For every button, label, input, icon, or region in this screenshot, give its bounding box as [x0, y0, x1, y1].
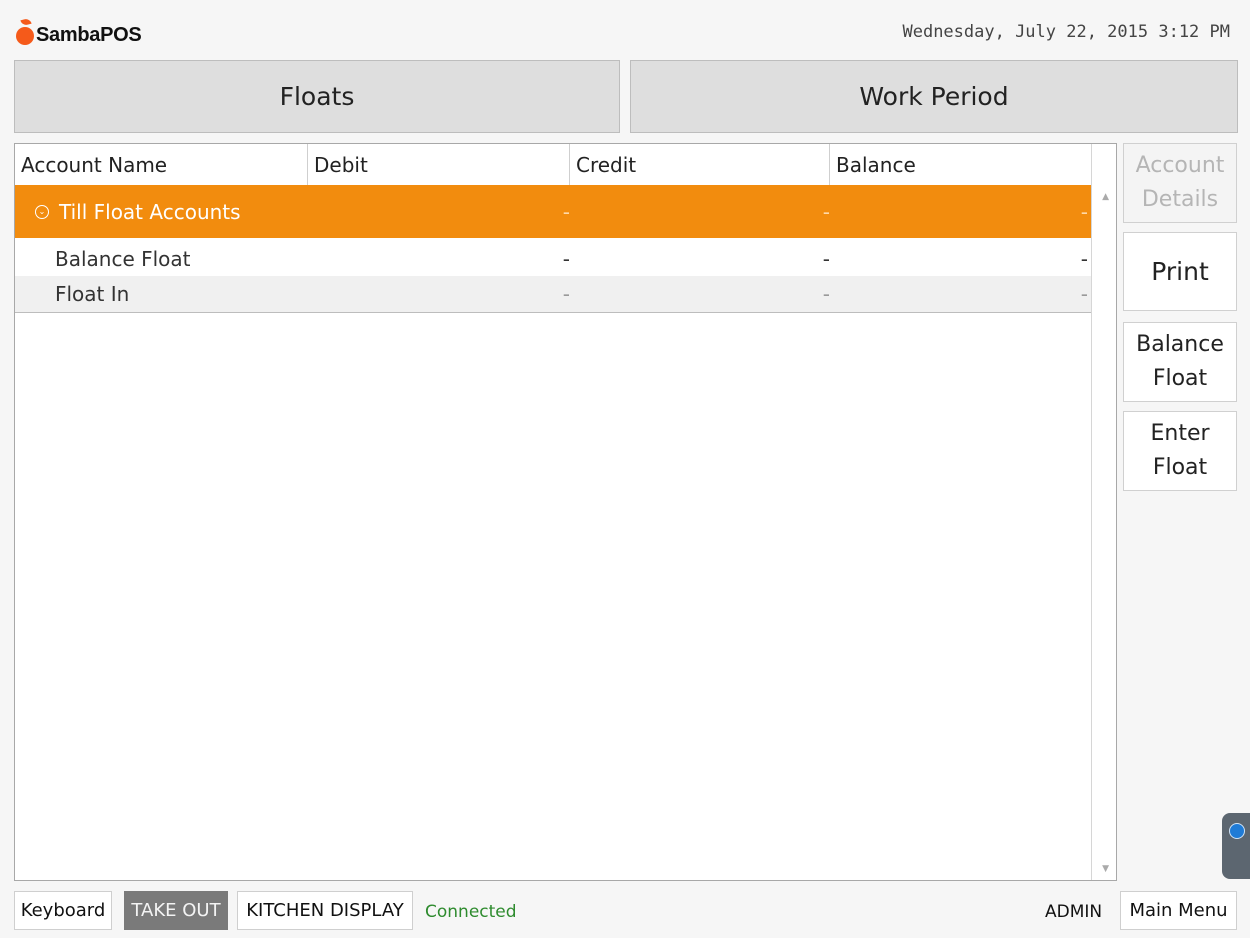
keyboard-button[interactable]: Keyboard	[14, 891, 112, 930]
debit-cell: -	[562, 246, 570, 271]
app-logo: SambaPOS	[16, 20, 142, 50]
brand-name: SambaPOS	[36, 23, 142, 46]
account-name-cell: Balance Float	[55, 246, 191, 271]
kitchen-display-button[interactable]: KITCHEN DISPLAY	[237, 891, 413, 930]
account-details-label-line2: Details	[1141, 187, 1219, 212]
table-row[interactable]: Balance Float - - -	[15, 241, 1092, 276]
scroll-up-icon[interactable]: ▲	[1102, 192, 1109, 202]
enter-float-button[interactable]: Enter Float	[1123, 411, 1237, 491]
main-menu-button[interactable]: Main Menu	[1120, 891, 1237, 930]
group-name: Till Float Accounts	[59, 199, 241, 224]
datetime-display: Wednesday, July 22, 2015 3:12 PM	[902, 22, 1230, 42]
column-header-balance[interactable]: Balance	[830, 144, 1092, 185]
enter-float-label-line1: Enter	[1150, 421, 1210, 446]
account-details-label-line1: Account	[1135, 153, 1225, 178]
column-header-debit[interactable]: Debit	[308, 144, 570, 185]
balance-float-label-line2: Float	[1152, 366, 1208, 391]
teamviewer-tab[interactable]	[1222, 813, 1250, 879]
floats-button[interactable]: Floats	[14, 60, 620, 133]
table-row[interactable]: Float In - - -	[15, 276, 1092, 313]
balance-float-button[interactable]: Balance Float	[1123, 322, 1237, 402]
scroll-down-icon[interactable]: ▼	[1102, 864, 1109, 874]
teamviewer-icon	[1229, 823, 1245, 839]
enter-float-label-line2: Float	[1152, 455, 1208, 480]
group-debit: -	[562, 199, 570, 224]
balance-cell: -	[1080, 246, 1088, 271]
column-header-account-name[interactable]: Account Name	[15, 144, 308, 185]
group-credit: -	[822, 199, 830, 224]
credit-cell: -	[822, 246, 830, 271]
print-button[interactable]: Print	[1123, 232, 1237, 311]
grid-header: Account Name Debit Credit Balance	[15, 144, 1092, 186]
debit-cell: -	[562, 282, 570, 306]
take-out-button[interactable]: TAKE OUT	[124, 891, 228, 930]
accounts-grid: Account Name Debit Credit Balance ⌄ Till…	[14, 143, 1117, 881]
group-row-till-float-accounts[interactable]: ⌄ Till Float Accounts - - -	[15, 185, 1092, 238]
user-name: ADMIN	[1045, 902, 1103, 922]
vertical-scrollbar[interactable]: ▲ ▼	[1091, 144, 1116, 880]
collapse-circle-icon[interactable]: ⌄	[35, 204, 49, 219]
apple-logo-icon	[16, 27, 34, 45]
account-name-cell: Float In	[55, 282, 130, 306]
account-details-button[interactable]: Account Details	[1123, 143, 1237, 223]
work-period-button[interactable]: Work Period	[630, 60, 1238, 133]
connection-status: Connected	[425, 902, 517, 922]
column-header-credit[interactable]: Credit	[570, 144, 830, 185]
credit-cell: -	[822, 282, 830, 306]
group-balance: -	[1080, 199, 1088, 224]
balance-float-label-line1: Balance	[1136, 332, 1224, 357]
balance-cell: -	[1080, 282, 1088, 306]
group-name-cell: ⌄ Till Float Accounts	[15, 185, 241, 238]
